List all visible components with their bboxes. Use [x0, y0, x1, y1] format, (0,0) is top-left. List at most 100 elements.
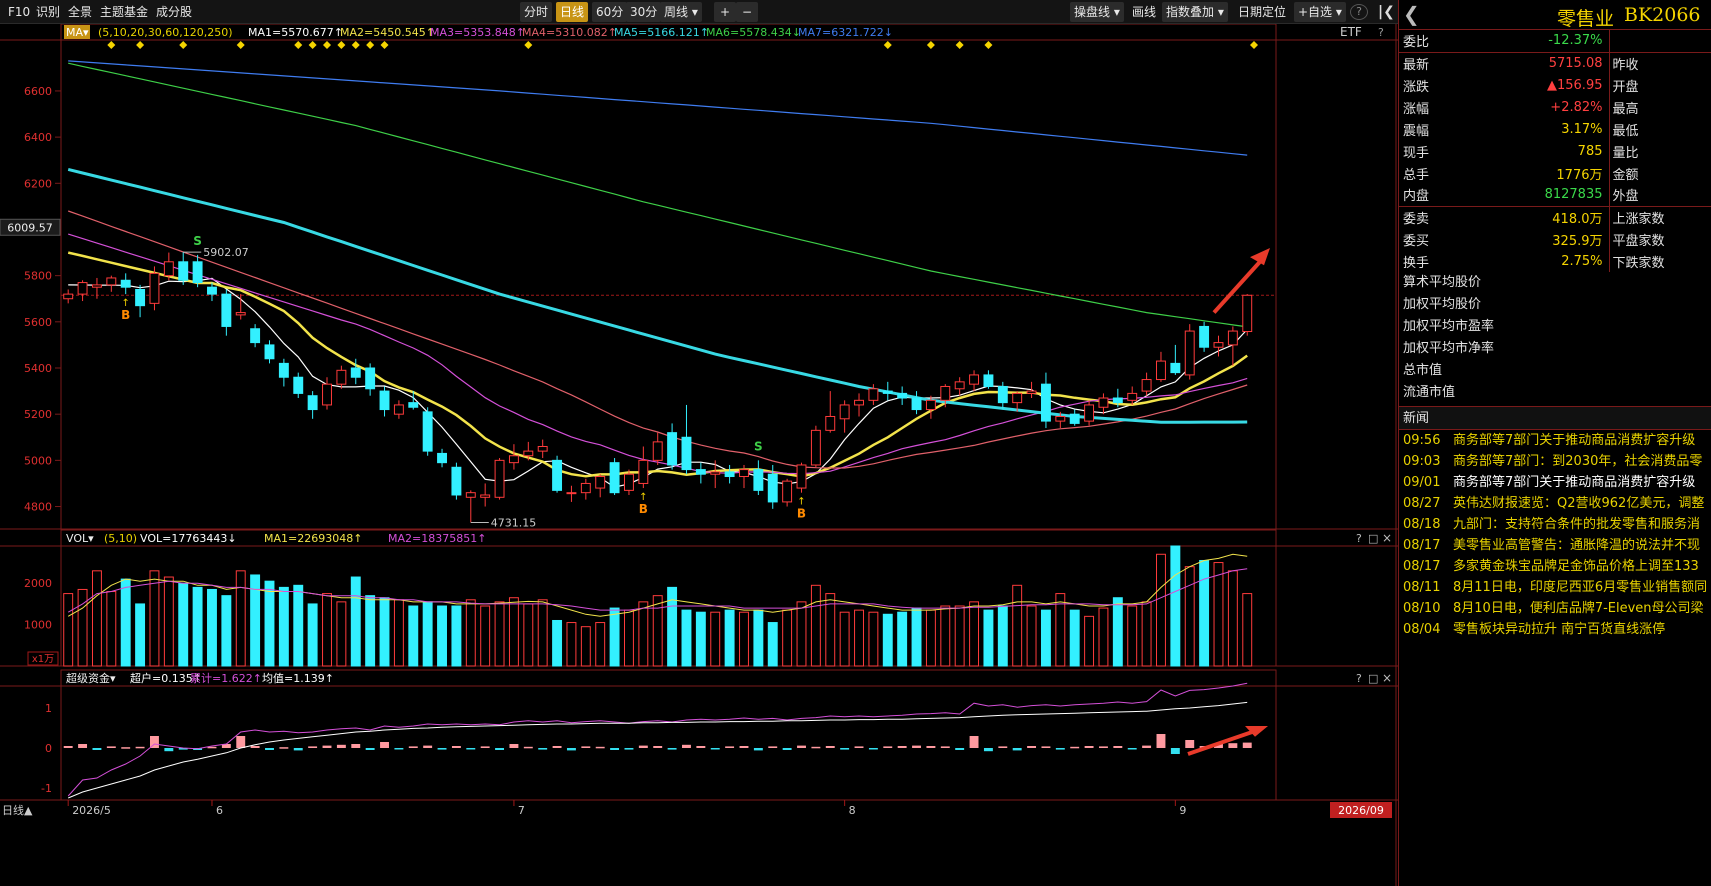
volume-bar	[580, 626, 591, 667]
fund-bar	[365, 748, 375, 750]
fund-bar	[466, 748, 476, 750]
news-item[interactable]: 08/18 九部门：支持符合条件的批发零售和服务消	[1399, 514, 1711, 535]
fund-selector[interactable]: 超级资金▾	[66, 671, 116, 685]
news-item[interactable]: 08/11 8月11日电，印度尼西亚6月零售业销售额同	[1399, 577, 1711, 598]
stat-link[interactable]: 算术平均股价	[1399, 272, 1711, 294]
stat-link[interactable]: 加权平均市净率	[1399, 338, 1711, 360]
volume-maximize-icon[interactable]: □	[1368, 532, 1378, 545]
index-overlay-dropdown[interactable]: 指数叠加 ▾	[1162, 2, 1228, 22]
fund-bar	[638, 745, 648, 748]
add-watchlist-dropdown[interactable]: +自选 ▾	[1294, 2, 1346, 22]
candle-body	[393, 404, 404, 415]
fund-bar	[1242, 742, 1252, 748]
collapse-icon[interactable]: |❮	[1374, 2, 1399, 22]
candle-body	[624, 473, 634, 491]
stat-link[interactable]: 加权平均市盈率	[1399, 316, 1711, 338]
volume-params: (5,10)	[104, 532, 137, 545]
volume-bar	[753, 609, 764, 667]
quote-value: 8127835	[1544, 187, 1603, 203]
volume-selector[interactable]: VOL▾	[66, 532, 94, 545]
volume-bar	[192, 586, 203, 667]
back-arrow-icon[interactable]: ❮	[1403, 2, 1420, 26]
constituents-button[interactable]: 成分股	[152, 2, 196, 22]
ma-selector-button[interactable]: MA▾	[66, 26, 89, 39]
news-item[interactable]: 08/04 零售板块异动拉升 南宁百货直线涨停	[1399, 619, 1711, 640]
ma-legend-item: MA3=5353.848↑	[430, 26, 525, 39]
kline-chart[interactable]: MA▾ (5,10,20,30,60,120,250) MA1=5570.677↑M…	[0, 24, 1398, 886]
stat-link[interactable]: 加权平均股价	[1399, 294, 1711, 316]
security-name: 零售业	[1557, 8, 1615, 30]
news-item[interactable]: 09:03 商务部等7部门：到2030年，社会消费品零	[1399, 451, 1711, 472]
period-30min-button[interactable]: 30分	[626, 2, 662, 22]
candle-body	[192, 261, 203, 284]
news-item[interactable]: 09:56 商务部等7部门关于推动商品消费扩容升级	[1399, 430, 1711, 451]
stat-link[interactable]: 总市值	[1399, 360, 1711, 382]
news-item[interactable]: 08/27 英伟达财报速览：Q2营收962亿美元，调整	[1399, 493, 1711, 514]
volume-bar	[293, 584, 304, 667]
news-title: 8月10日电，便利店品牌7-Eleven母公司梁	[1453, 601, 1704, 616]
candle-body	[1184, 330, 1195, 376]
candle-body	[135, 289, 146, 307]
ma-line-ma5	[67, 167, 1248, 424]
panorama-button[interactable]: 全景	[64, 2, 96, 22]
theme-fund-button[interactable]: 主题基金	[96, 2, 152, 22]
fund-bar	[1228, 743, 1238, 748]
f10-button[interactable]: F10	[4, 2, 34, 22]
period-weekly-dropdown[interactable]: 周线 ▾	[660, 2, 702, 22]
volume-bar	[1141, 601, 1152, 667]
volume-bar	[854, 609, 864, 667]
volume-bar	[1084, 615, 1095, 667]
news-item[interactable]: 08/10 8月10日电，便利店品牌7-Eleven母公司梁	[1399, 598, 1711, 619]
fund-maximize-icon[interactable]: □	[1368, 672, 1378, 685]
fund-bar	[682, 744, 691, 748]
news-item[interactable]: 09/01 商务部等7部门关于推动商品消费扩容升级	[1399, 472, 1711, 493]
quote-row: 委卖 418.0万 上涨家数	[1399, 205, 1711, 228]
volume-bar	[839, 611, 850, 667]
candle-body	[63, 293, 74, 300]
help-icon[interactable]: ?	[1378, 26, 1384, 39]
date-locate-button[interactable]: 日期定位	[1234, 2, 1290, 22]
volume-bar	[810, 584, 821, 667]
quote-value: 325.9万	[1552, 233, 1603, 249]
webi-value: -12.37%	[1548, 33, 1603, 49]
volume-help-icon[interactable]: ?	[1356, 532, 1362, 545]
zoom-in-button[interactable]: +	[714, 2, 736, 22]
date-tick: 9	[1179, 804, 1186, 817]
quote-label-2	[1608, 30, 1711, 52]
signal-diamond-icon	[136, 41, 145, 49]
candle-body	[508, 455, 519, 464]
volume-bar	[1112, 597, 1123, 667]
chart-panel: MA▾ (5,10,20,30,60,120,250) MA1=5570.677↑ M…	[0, 24, 1398, 886]
volume-close-icon[interactable]: ×	[1382, 531, 1392, 545]
news-header[interactable]: 新闻	[1399, 406, 1711, 430]
news-title: 美零售业高管警告：通胀降温的说法并不现	[1453, 538, 1701, 553]
period-60min-button[interactable]: 60分	[592, 2, 628, 22]
fund-bar	[351, 744, 361, 748]
volume-bar	[1184, 566, 1195, 667]
news-title: 8月11日电，印度尼西亚6月零售业销售额同	[1453, 580, 1708, 595]
candle-body	[163, 261, 174, 277]
period-indicator[interactable]: 日线▲	[2, 803, 33, 817]
news-item[interactable]: 08/17 美零售业高管警告：通胀降温的说法并不现	[1399, 535, 1711, 556]
draw-line-button[interactable]: 画线	[1128, 2, 1160, 22]
ma-legend-item: MA5=5166.121↑	[614, 26, 709, 39]
period-intraday-button[interactable]: 分时	[520, 2, 553, 22]
news-item[interactable]: 08/17 多家黄金珠宝品牌足金饰品价格上调至133	[1399, 556, 1711, 577]
help-icon[interactable]: ?	[1350, 4, 1368, 20]
candle-body	[322, 383, 332, 406]
volume-legend-item: VOL=17763443↓	[140, 532, 237, 545]
signal-diamond-icon	[380, 41, 389, 49]
stat-link[interactable]: 流通市值	[1399, 382, 1711, 404]
high-annotation: 5902.07	[203, 246, 249, 259]
zoom-out-button[interactable]: −	[736, 2, 758, 22]
fund-help-icon[interactable]: ?	[1356, 672, 1362, 685]
etf-label[interactable]: ETF	[1340, 25, 1362, 39]
fund-close-icon[interactable]: ×	[1382, 671, 1392, 685]
period-daily-button[interactable]: 日线	[556, 2, 589, 22]
candle-body	[681, 436, 692, 471]
candle-body	[954, 381, 965, 390]
fund-bar	[1070, 746, 1080, 749]
candle-body	[1069, 413, 1080, 424]
trading-line-dropdown[interactable]: 操盘线 ▾	[1070, 2, 1124, 22]
identify-button[interactable]: 识别	[32, 2, 64, 22]
